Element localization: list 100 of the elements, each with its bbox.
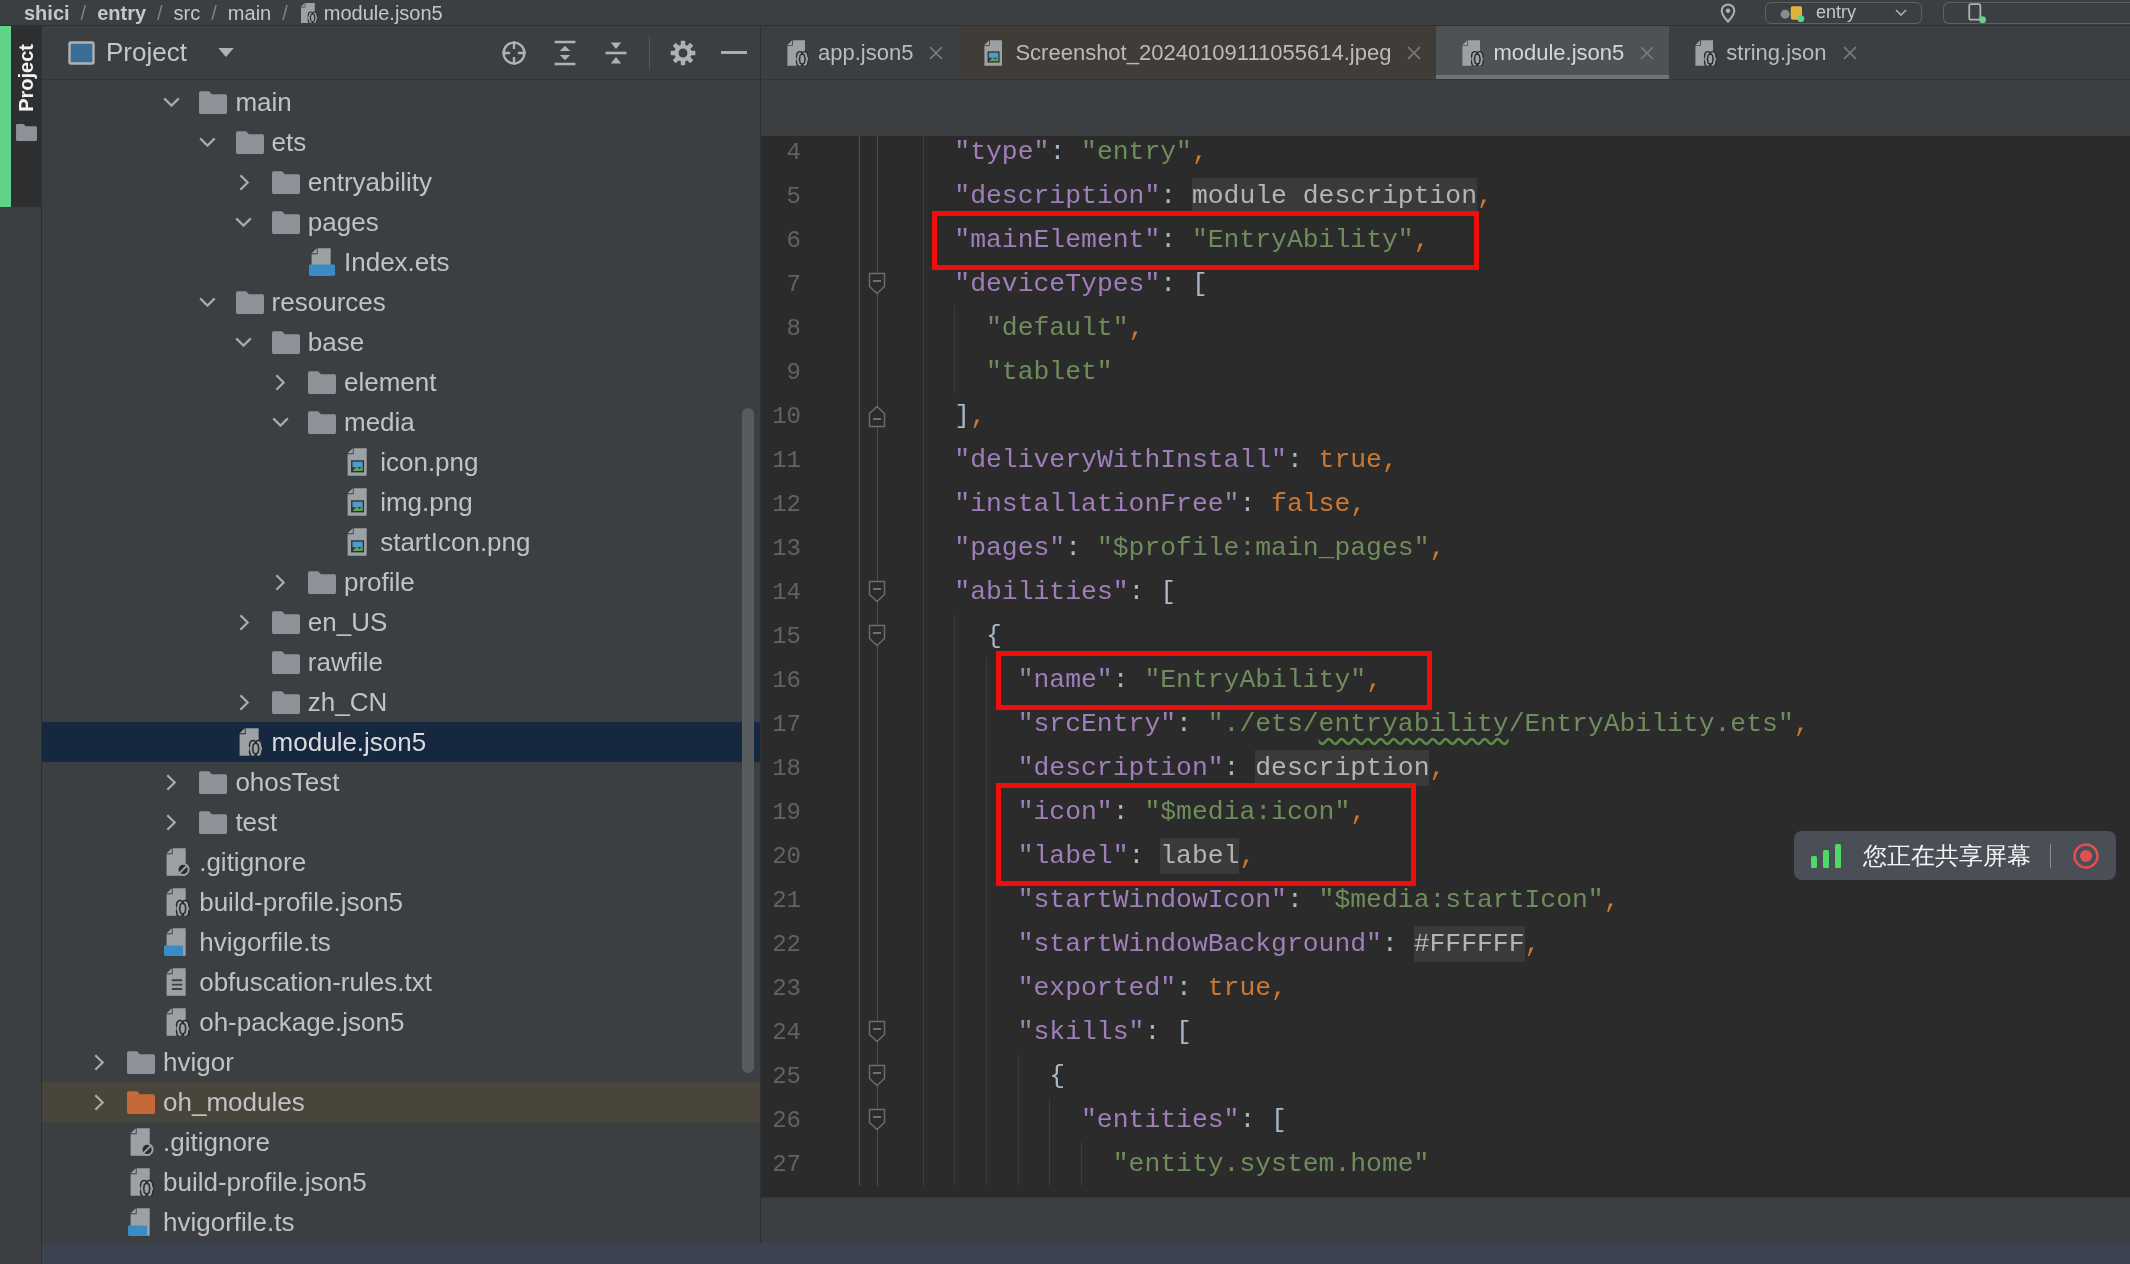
tree-item[interactable]: img.png — [42, 482, 760, 522]
caret-icon — [1895, 9, 1907, 16]
line-number: 27 — [772, 1150, 801, 1178]
tree-item[interactable]: hvigor — [42, 1042, 760, 1082]
tree-item[interactable]: pages — [42, 202, 760, 242]
fold-icon[interactable] — [868, 1064, 886, 1088]
script-file-icon — [309, 248, 335, 276]
line-number: 11 — [772, 446, 801, 474]
chevron-down-icon[interactable] — [162, 97, 180, 107]
code-line: "entity.system.home" — [1112, 1149, 1430, 1179]
tree-item[interactable]: hvigorfile.ts — [42, 1202, 760, 1242]
chevron-right-icon[interactable] — [166, 773, 177, 791]
tree-item[interactable]: media — [42, 402, 760, 442]
json-file-icon — [164, 888, 191, 916]
tree-item[interactable]: .gitignore — [42, 1122, 760, 1162]
folder-icon — [199, 90, 228, 114]
fold-icon[interactable] — [868, 624, 886, 648]
scrollbar[interactable] — [742, 408, 754, 1073]
project-view-dropdown[interactable]: Project — [106, 37, 234, 68]
tree-item[interactable]: oh_modules — [42, 1082, 760, 1122]
editor-tab[interactable]: module.json5 — [1436, 26, 1670, 79]
fold-icon[interactable] — [868, 1020, 886, 1044]
chevron-right-icon[interactable] — [238, 613, 249, 631]
tree-item[interactable]: profile — [42, 562, 760, 602]
tree-item[interactable]: Index.ets — [42, 242, 760, 282]
chevron-down-icon[interactable] — [199, 297, 217, 307]
tree-item[interactable]: icon.png — [42, 442, 760, 482]
tree-item[interactable]: obfuscation-rules.txt — [42, 962, 760, 1002]
chevron-down-icon[interactable] — [271, 417, 289, 427]
tree-item[interactable]: resources — [42, 282, 760, 322]
chevron-right-icon[interactable] — [275, 573, 285, 591]
json-file-icon — [298, 2, 318, 23]
breadcrumb-item[interactable]: entry — [97, 0, 147, 25]
tree-item[interactable]: ohosTest — [42, 762, 760, 802]
breadcrumb-item[interactable]: module.json5 — [298, 0, 443, 25]
fold-icon[interactable] — [868, 1108, 886, 1132]
code-line: { — [986, 621, 1002, 651]
line-number: 22 — [772, 930, 801, 958]
tree-item[interactable]: element — [42, 362, 760, 402]
settings-icon[interactable] — [670, 39, 696, 66]
code-editor[interactable] — [761, 136, 2130, 1197]
phone-icon — [1968, 2, 1986, 23]
tree-item[interactable]: .gitignore — [42, 842, 760, 882]
close-icon[interactable] — [1842, 45, 1857, 60]
close-icon[interactable] — [1407, 45, 1422, 60]
tree-item[interactable]: entryability — [42, 162, 760, 202]
tree-item[interactable]: hvigorfile.ts — [42, 922, 760, 962]
tree-item[interactable]: startIcon.png — [42, 522, 760, 562]
folder-icon — [199, 770, 228, 794]
pin-icon[interactable] — [1718, 2, 1738, 23]
chevron-right-icon[interactable] — [94, 1093, 104, 1111]
fold-icon[interactable] — [868, 580, 886, 604]
code-line: { — [1049, 1061, 1066, 1091]
chevron-down-icon[interactable] — [199, 137, 217, 147]
project-tool-button[interactable]: Project — [0, 26, 41, 207]
tree-item[interactable]: build-profile.json5 — [42, 882, 760, 922]
chevron-right-icon[interactable] — [275, 373, 285, 391]
line-number: 24 — [772, 1018, 801, 1046]
chevron-down-icon[interactable] — [235, 217, 253, 227]
chevron-right-icon[interactable] — [166, 813, 177, 831]
tree-item[interactable]: build-profile.json5 — [42, 1162, 760, 1202]
line-number: 6 — [786, 226, 801, 254]
tree-item[interactable]: rawfile — [42, 642, 760, 682]
fold-icon[interactable] — [868, 404, 886, 428]
fold-icon[interactable] — [868, 272, 886, 296]
tree-item[interactable]: oh-package.json5 — [42, 1002, 760, 1042]
run-config-dropdown[interactable]: entry — [1765, 1, 1922, 24]
caret-icon — [217, 48, 234, 57]
chevron-right-icon[interactable] — [94, 1053, 104, 1071]
code-line: "abilities": [ — [954, 577, 1177, 607]
tree-item[interactable]: ets — [42, 122, 760, 162]
line-number: 14 — [772, 578, 801, 606]
chevron-down-icon[interactable] — [235, 337, 253, 347]
chevron-right-icon[interactable] — [238, 173, 249, 191]
signal-bars-icon — [1811, 843, 1841, 868]
folder-icon — [271, 650, 300, 674]
code-line: "icon": "$media:icon", — [1017, 797, 1367, 827]
tree-item[interactable]: en_US — [42, 602, 760, 642]
breadcrumb-item[interactable]: shici — [24, 0, 70, 25]
line-number: 12 — [772, 490, 801, 518]
tree-item[interactable]: main — [42, 82, 760, 122]
line-number: 4 — [786, 138, 801, 166]
tree-item[interactable]: base — [42, 322, 760, 362]
module-icon — [1780, 3, 1806, 22]
tree-item[interactable]: test — [42, 802, 760, 842]
folder-icon — [308, 570, 336, 594]
breadcrumb-item[interactable]: main — [227, 0, 272, 25]
chevron-right-icon[interactable] — [238, 693, 249, 711]
breadcrumb-item[interactable]: src — [173, 0, 201, 25]
crosshair-icon[interactable] — [501, 39, 527, 66]
editor-tab[interactable]: Screenshot_20240109111055614.jpeg — [958, 26, 1437, 79]
tree-item[interactable]: zh_CN — [42, 682, 760, 722]
close-icon[interactable] — [929, 45, 944, 60]
line-number: 26 — [772, 1106, 801, 1134]
code-line: "srcEntry": "./ets/entryability/EntryAbility.ets", — [1017, 709, 1810, 739]
tree-item[interactable]: module.json5 — [42, 722, 760, 762]
device-dropdown[interactable] — [1943, 1, 2130, 24]
folder-icon — [235, 130, 264, 154]
code-line: "startWindowBackground": #FFFFFF, — [1017, 929, 1541, 959]
expand-all-icon[interactable] — [552, 39, 578, 66]
